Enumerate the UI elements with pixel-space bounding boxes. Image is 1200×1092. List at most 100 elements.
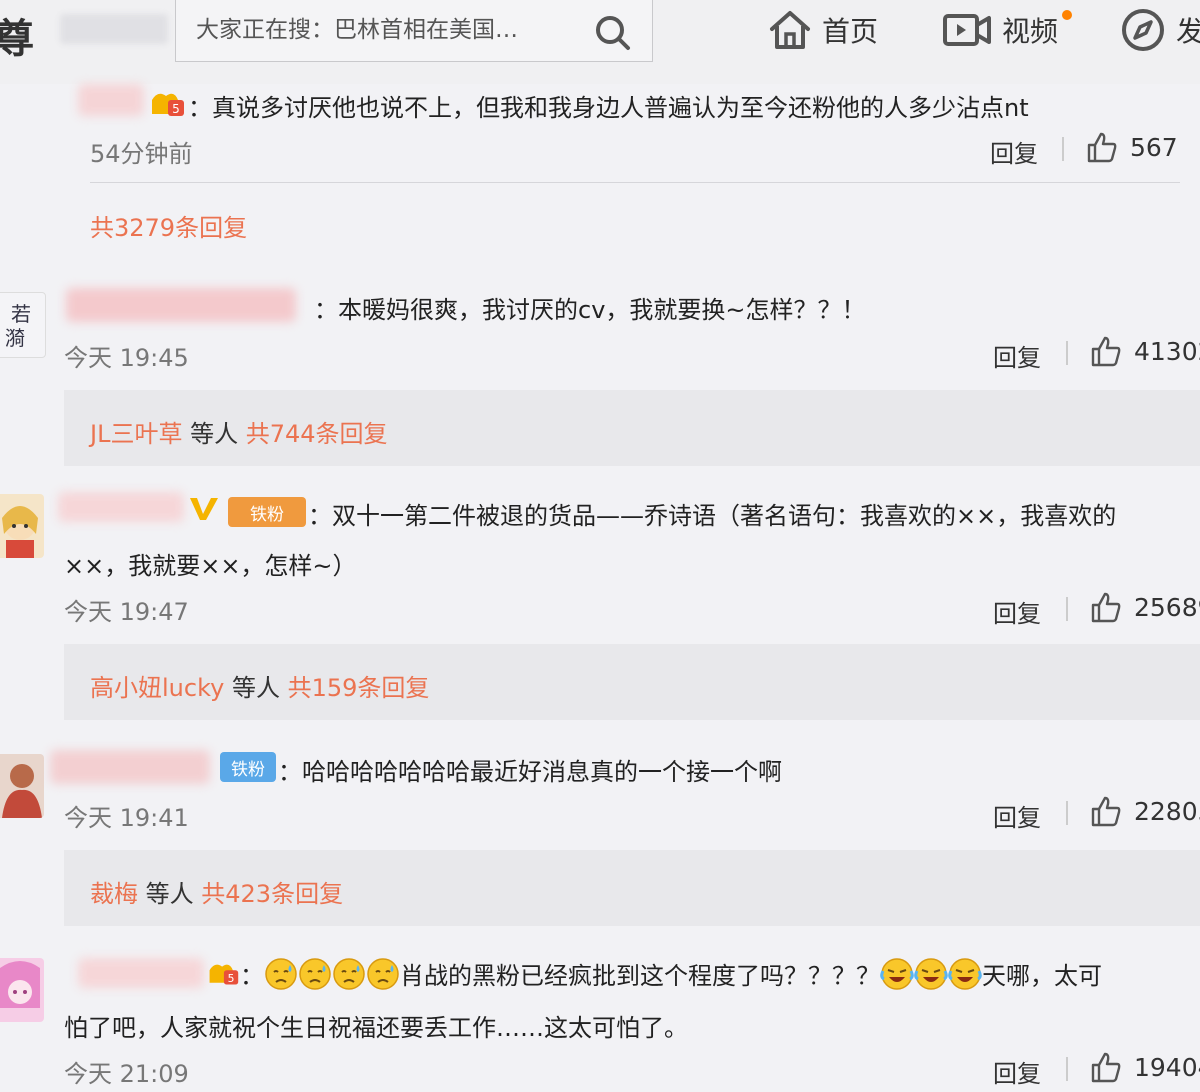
avatar[interactable] [0, 754, 44, 818]
avatar[interactable] [0, 494, 44, 558]
comment-time: 今天 19:45 [64, 344, 189, 372]
laugh-cry-icon [948, 958, 982, 990]
svg-text:漪: 漪 [5, 326, 25, 350]
photo-avatar-image [2, 764, 42, 818]
laugh-cry-icon [914, 958, 948, 990]
comment-text: ：哈哈哈哈哈哈哈最近好消息真的一个接一个啊 [278, 758, 782, 786]
sub-reply-user[interactable]: JL三叶草 [90, 420, 182, 448]
fan-badge-label: 铁粉 [231, 759, 265, 780]
blurred-username [58, 492, 184, 522]
svg-text:若: 若 [11, 302, 31, 326]
thumbs-up-icon [1091, 796, 1121, 827]
sweat-face-icon [333, 958, 365, 990]
like-button[interactable]: 25689 [1090, 591, 1200, 623]
nav-home[interactable]: 首页 [768, 6, 878, 54]
logo[interactable]: 尊 [0, 6, 34, 64]
like-button[interactable]: 567 [1086, 131, 1178, 163]
anime-avatar-image [2, 506, 38, 558]
avatar[interactable]: 若 漪 [0, 292, 46, 358]
like-button[interactable]: 19404 [1090, 1051, 1200, 1083]
svg-text:5: 5 [228, 972, 235, 985]
reply-button[interactable]: 回复 [993, 798, 1041, 833]
fan-badge-label: 铁粉 [250, 504, 284, 525]
blurred-username [66, 288, 296, 322]
reply-text: ：真说多讨厌他也说不上，但我和我身边人普遍认为至今还粉他的人多少沾点nt [188, 94, 1029, 122]
avatar[interactable] [0, 958, 44, 1022]
divider [1066, 801, 1068, 825]
blurred-username [78, 958, 204, 988]
like-count: 41302 [1134, 336, 1200, 366]
nav-find-label: 发 [1176, 15, 1200, 48]
sub-replies-link[interactable]: 裁梅 等人 共423条回复 [90, 874, 343, 909]
like-count: 19404 [1134, 1052, 1200, 1082]
calligraphy-avatar-image: 若 漪 [5, 302, 31, 350]
reply-button[interactable]: 回复 [990, 134, 1038, 169]
nav-find[interactable]: 发 [1120, 6, 1200, 54]
notification-dot [1062, 10, 1072, 20]
search-input[interactable] [196, 13, 576, 47]
thumbs-up-icon [1091, 592, 1121, 623]
blurred-logo-text [60, 14, 168, 44]
search-box [175, 0, 653, 62]
like-count: 22803 [1134, 796, 1200, 826]
view-all-replies-link[interactable]: 共3279条回复 [90, 208, 247, 243]
blurred-username [50, 750, 210, 784]
fan-level-icon: 5 [152, 93, 184, 116]
sub-replies-box[interactable]: 裁梅 等人 共423条回复 [64, 850, 1200, 926]
laugh-cry-icon [880, 958, 914, 990]
reply-button[interactable]: 回复 [993, 1054, 1041, 1089]
divider [1066, 597, 1068, 621]
nav-video[interactable]: 视频 [942, 6, 1058, 54]
fan-badge: 铁粉 [228, 497, 306, 527]
sub-replies-box[interactable]: JL三叶草 等人 共744条回复 [64, 390, 1200, 466]
divider [1062, 137, 1064, 161]
reply-time: 54分钟前 [90, 140, 193, 168]
like-count: 25689 [1134, 592, 1200, 622]
blurred-username [78, 84, 144, 116]
comment-text: ：本暖妈很爽，我讨厌的cv，我就要换~怎样？？！ [314, 296, 866, 324]
divider [1066, 341, 1068, 365]
comment-time: 今天 21:09 [64, 1060, 189, 1088]
sub-reply-total[interactable]: 共744条回复 [246, 420, 388, 448]
sub-reply-user[interactable]: 高小妞lucky [90, 674, 224, 702]
anime-avatar-image [0, 961, 40, 1008]
svg-text:5: 5 [172, 102, 180, 116]
sweat-face-icon [299, 958, 331, 990]
sub-reply-text: 等人 [224, 674, 288, 702]
comment-text-end: 天哪，太可 [982, 962, 1102, 990]
comment-text: ：双十一第二件被退的货品——乔诗语（著名语句：我喜欢的××，我喜欢的 [308, 502, 1117, 530]
top-nav: 尊 首页 视频 发 [0, 0, 1200, 84]
sub-replies-link[interactable]: JL三叶草 等人 共744条回复 [90, 414, 388, 449]
fan-badge: 铁粉 [220, 752, 276, 782]
sweat-face-icon [265, 958, 297, 990]
comment-text: ： 肖战的黑粉已经疯批到这个程度了吗？？？？ 天哪，太可 [240, 956, 1102, 991]
divider [90, 182, 1180, 183]
verified-v-icon [190, 498, 218, 520]
search-icon[interactable] [592, 12, 632, 52]
comment-text-prefix: ： [240, 962, 264, 990]
thumbs-up-icon [1091, 1052, 1121, 1083]
sub-reply-user[interactable]: 裁梅 [90, 880, 138, 908]
like-button[interactable]: 22803 [1090, 795, 1200, 827]
sub-reply-text: 等人 [138, 880, 202, 908]
home-icon [770, 11, 810, 49]
reply-button[interactable]: 回复 [993, 338, 1041, 373]
sub-replies-box[interactable]: 高小妞lucky 等人 共159条回复 [64, 644, 1200, 720]
comment-text-middle: 肖战的黑粉已经疯批到这个程度了吗？？？？ [400, 962, 880, 990]
comment-text-line2: ××，我就要××，怎样~） [64, 552, 357, 580]
sub-reply-text: 等人 [182, 420, 246, 448]
sub-reply-total[interactable]: 共159条回复 [288, 674, 430, 702]
compass-icon [1122, 9, 1164, 51]
sub-reply-total[interactable]: 共423条回复 [201, 880, 343, 908]
sub-replies-link[interactable]: 高小妞lucky 等人 共159条回复 [90, 668, 429, 703]
thumbs-up-icon [1087, 132, 1117, 163]
like-button[interactable]: 41302 [1090, 335, 1200, 367]
reply-button[interactable]: 回复 [993, 594, 1041, 629]
like-count: 567 [1130, 132, 1178, 162]
nav-video-label: 视频 [1002, 15, 1059, 48]
divider [1066, 1057, 1068, 1081]
sweat-face-icon [367, 958, 399, 990]
thumbs-up-icon [1091, 336, 1121, 367]
comment-text-line2: 怕了吧，人家就祝个生日祝福还要丢工作……这太可怕了。 [64, 1014, 688, 1042]
fan-level-icon: 5 [209, 964, 239, 985]
